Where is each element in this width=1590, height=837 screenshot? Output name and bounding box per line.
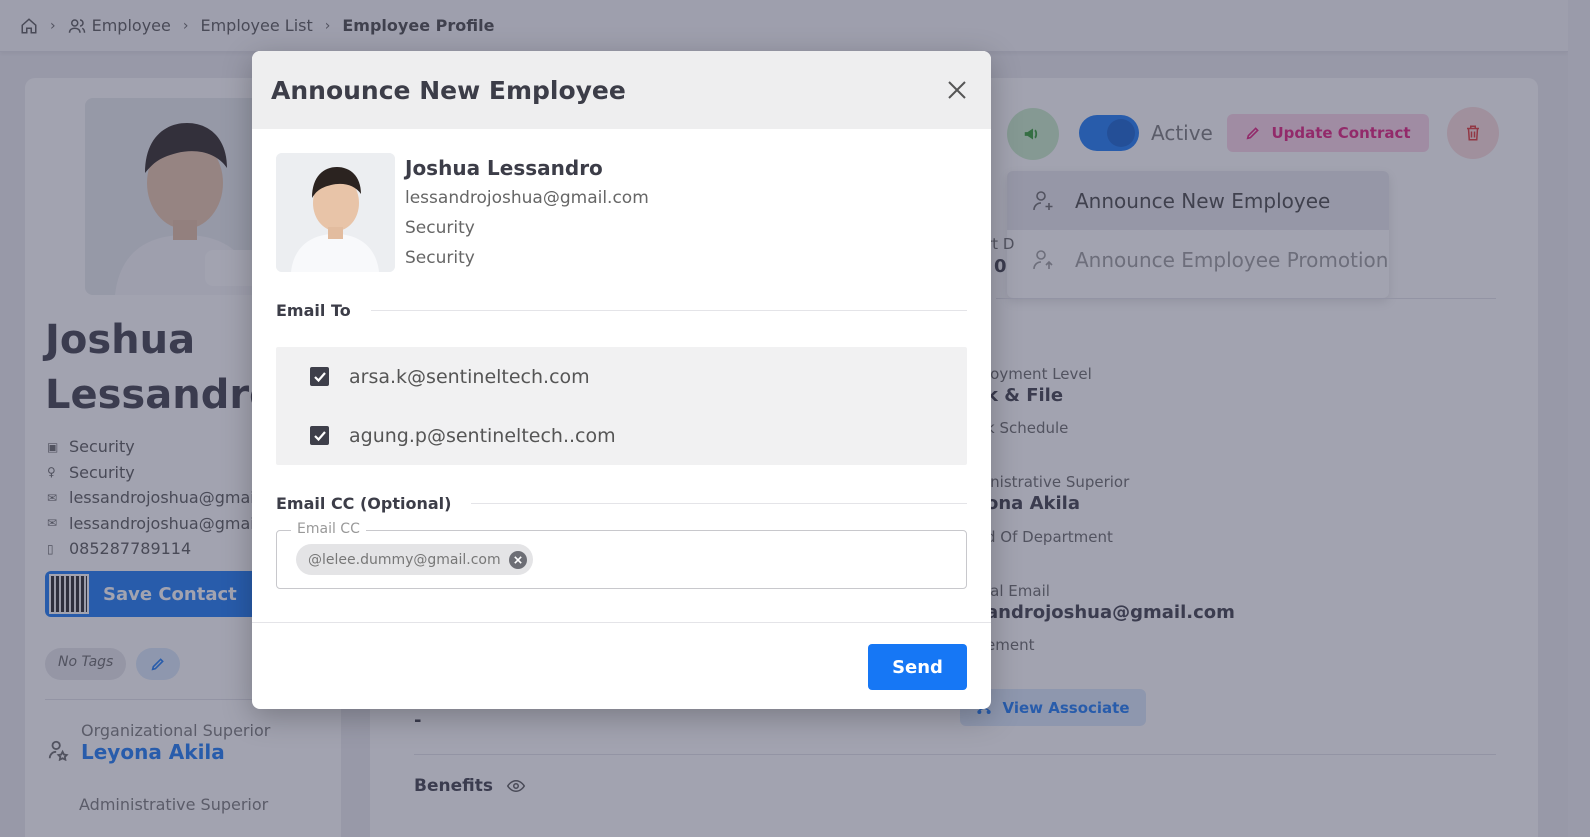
modal-header: Announce New Employee [252, 51, 991, 129]
employee-email: lessandrojoshua@gmail.com [405, 188, 649, 208]
check-icon [313, 371, 326, 382]
recipient-checkbox[interactable] [310, 426, 329, 445]
recipient-row[interactable]: arsa.k@sentineltech.com [310, 347, 967, 406]
modal-body: Joshua Lessandro lessandrojoshua@gmail.c… [252, 129, 991, 589]
send-button[interactable]: Send [868, 644, 967, 690]
cc-chip-text: @lelee.dummy@gmail.com [308, 551, 501, 568]
employee-position: Security [405, 248, 475, 268]
email-to-title: Email To [276, 301, 351, 320]
employee-department: Security [405, 218, 475, 238]
divider [471, 503, 967, 504]
recipient-email: agung.p@sentineltech..com [349, 424, 616, 447]
cc-email-chip: @lelee.dummy@gmail.com [296, 544, 533, 575]
recipient-list: arsa.k@sentineltech.com agung.p@sentinel… [276, 347, 967, 465]
email-cc-section: Email CC (Optional) [276, 494, 967, 513]
cc-email-input[interactable] [540, 539, 966, 580]
check-icon [313, 430, 326, 441]
divider [370, 310, 967, 311]
close-icon [948, 81, 966, 99]
employee-name: Joshua Lessandro [405, 156, 603, 180]
recipient-checkbox[interactable] [310, 367, 329, 386]
email-to-section: Email To [276, 301, 967, 320]
email-cc-field[interactable]: Email CC @lelee.dummy@gmail.com [276, 521, 967, 589]
announce-new-employee-modal: Announce New Employee Joshua Lessandro l… [252, 51, 991, 709]
employee-photo [276, 153, 395, 272]
chip-remove-icon[interactable] [508, 550, 527, 569]
email-cc-title: Email CC (Optional) [276, 494, 452, 513]
employee-info: Joshua Lessandro lessandrojoshua@gmail.c… [405, 153, 649, 273]
recipient-email: arsa.k@sentineltech.com [349, 365, 590, 388]
modal-title: Announce New Employee [271, 75, 626, 105]
modal-footer: Send [252, 622, 991, 709]
close-button[interactable] [943, 76, 971, 104]
employee-summary: Joshua Lessandro lessandrojoshua@gmail.c… [276, 153, 967, 273]
email-cc-label: Email CC [291, 521, 366, 537]
recipient-row[interactable]: agung.p@sentineltech..com [310, 406, 967, 465]
